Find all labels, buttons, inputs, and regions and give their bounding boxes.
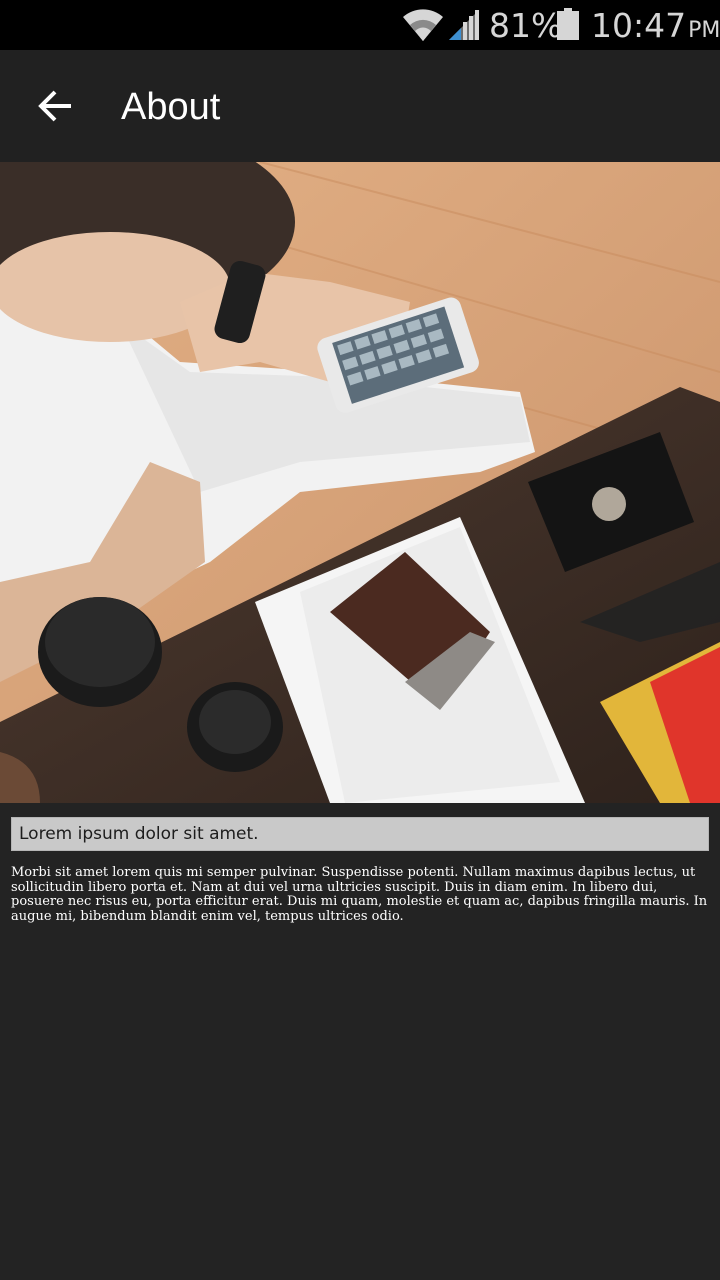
clock-time: 10:47 xyxy=(591,6,687,45)
signal-icon xyxy=(449,10,479,40)
wifi-icon xyxy=(403,9,443,42)
section-heading: Lorem ipsum dolor sit amet. xyxy=(11,817,709,851)
battery-percent: 81% xyxy=(489,6,563,45)
status-bar: 81% 10:47PM xyxy=(0,0,720,50)
arrow-back-icon xyxy=(38,90,71,122)
back-button[interactable] xyxy=(24,76,88,136)
clock-ampm: PM xyxy=(688,18,720,43)
battery-icon xyxy=(557,8,579,40)
hero-image xyxy=(0,162,720,803)
page-title: About xyxy=(121,86,221,128)
app-bar: About xyxy=(0,50,720,162)
body-paragraph: Morbi sit amet lorem quis mi semper pulv… xyxy=(11,865,708,924)
section-heading-text: Lorem ipsum dolor sit amet. xyxy=(19,824,259,844)
clock: 10:47PM xyxy=(591,6,720,51)
hero-photo-illustration xyxy=(0,162,720,803)
